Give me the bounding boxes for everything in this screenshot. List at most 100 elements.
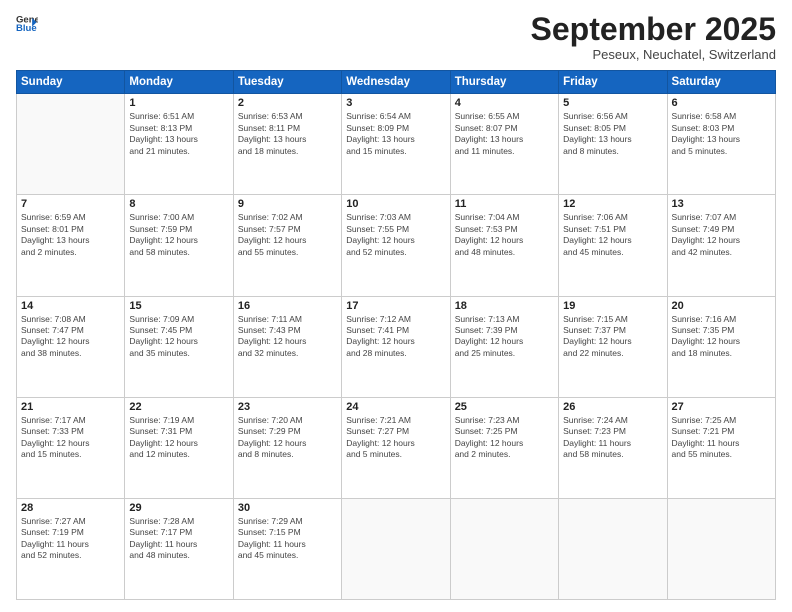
calendar-week-row: 7Sunrise: 6:59 AM Sunset: 8:01 PM Daylig… [17,195,776,296]
day-detail: Sunrise: 7:24 AM Sunset: 7:23 PM Dayligh… [563,415,662,461]
day-detail: Sunrise: 7:12 AM Sunset: 7:41 PM Dayligh… [346,314,445,360]
day-detail: Sunrise: 6:59 AM Sunset: 8:01 PM Dayligh… [21,212,120,258]
logo: General Blue [16,12,40,34]
day-detail: Sunrise: 7:29 AM Sunset: 7:15 PM Dayligh… [238,516,337,562]
table-row: 5 Sunrise: 6:56 AM Sunset: 8:05 PM Daylig… [559,94,667,195]
day-number: 9 [238,198,337,210]
page: General Blue September 2025 Peseux, Neuc… [0,0,792,612]
col-friday: Friday [559,71,667,94]
logo-icon: General Blue [16,12,38,34]
month-title: September 2025 [531,12,776,47]
day-number: 15 [129,300,228,312]
table-row: 14 Sunrise: 7:08 AM Sunset: 7:47 PM Dayli… [17,296,125,397]
day-detail: Sunrise: 6:54 AM Sunset: 8:09 PM Dayligh… [346,111,445,157]
day-number: 3 [346,97,445,109]
col-monday: Monday [125,71,233,94]
day-detail: Sunrise: 7:28 AM Sunset: 7:17 PM Dayligh… [129,516,228,562]
day-detail: Sunrise: 7:15 AM Sunset: 7:37 PM Dayligh… [563,314,662,360]
day-detail: Sunrise: 7:07 AM Sunset: 7:49 PM Dayligh… [672,212,771,258]
day-number: 2 [238,97,337,109]
table-row: 4 Sunrise: 6:55 AM Sunset: 8:07 PM Daylig… [450,94,558,195]
day-number: 27 [672,401,771,413]
day-detail: Sunrise: 7:00 AM Sunset: 7:59 PM Dayligh… [129,212,228,258]
table-row: 27 Sunrise: 7:25 AM Sunset: 7:21 PM Dayli… [667,397,775,498]
table-row: 17 Sunrise: 7:12 AM Sunset: 7:41 PM Dayli… [342,296,450,397]
table-row: 15 Sunrise: 7:09 AM Sunset: 7:45 PM Dayli… [125,296,233,397]
day-number: 29 [129,502,228,514]
day-number: 1 [129,97,228,109]
day-number: 10 [346,198,445,210]
table-row: 18 Sunrise: 7:13 AM Sunset: 7:39 PM Dayli… [450,296,558,397]
table-row: 25 Sunrise: 7:23 AM Sunset: 7:25 PM Dayli… [450,397,558,498]
table-row: 7Sunrise: 6:59 AM Sunset: 8:01 PM Daylig… [17,195,125,296]
table-row: 16Sunrise: 7:11 AM Sunset: 7:43 PM Dayli… [233,296,341,397]
day-number: 5 [563,97,662,109]
day-number: 8 [129,198,228,210]
table-row: 23Sunrise: 7:20 AM Sunset: 7:29 PM Dayli… [233,397,341,498]
table-row: 2 Sunrise: 6:53 AM Sunset: 8:11 PM Daylig… [233,94,341,195]
day-number: 24 [346,401,445,413]
day-detail: Sunrise: 7:17 AM Sunset: 7:33 PM Dayligh… [21,415,120,461]
header: General Blue September 2025 Peseux, Neuc… [16,12,776,62]
day-number: 19 [563,300,662,312]
table-row [342,498,450,599]
col-sunday: Sunday [17,71,125,94]
table-row: 3 Sunrise: 6:54 AM Sunset: 8:09 PM Daylig… [342,94,450,195]
day-detail: Sunrise: 7:03 AM Sunset: 7:55 PM Dayligh… [346,212,445,258]
day-number: 18 [455,300,554,312]
day-detail: Sunrise: 7:19 AM Sunset: 7:31 PM Dayligh… [129,415,228,461]
table-row: 9 Sunrise: 7:02 AM Sunset: 7:57 PM Daylig… [233,195,341,296]
table-row [450,498,558,599]
table-row: 12Sunrise: 7:06 AM Sunset: 7:51 PM Dayli… [559,195,667,296]
day-number: 4 [455,97,554,109]
table-row: 13 Sunrise: 7:07 AM Sunset: 7:49 PM Dayli… [667,195,775,296]
day-number: 17 [346,300,445,312]
day-number: 23 [238,401,337,413]
table-row: 20Sunrise: 7:16 AM Sunset: 7:35 PM Dayli… [667,296,775,397]
day-number: 12 [563,198,662,210]
col-tuesday: Tuesday [233,71,341,94]
calendar-week-row: 1 Sunrise: 6:51 AM Sunset: 8:13 PM Daylig… [17,94,776,195]
col-saturday: Saturday [667,71,775,94]
table-row: 26Sunrise: 7:24 AM Sunset: 7:23 PM Dayli… [559,397,667,498]
calendar-week-row: 21Sunrise: 7:17 AM Sunset: 7:33 PM Dayli… [17,397,776,498]
day-detail: Sunrise: 6:56 AM Sunset: 8:05 PM Dayligh… [563,111,662,157]
col-thursday: Thursday [450,71,558,94]
day-detail: Sunrise: 6:58 AM Sunset: 8:03 PM Dayligh… [672,111,771,157]
table-row [667,498,775,599]
col-wednesday: Wednesday [342,71,450,94]
table-row: 22Sunrise: 7:19 AM Sunset: 7:31 PM Dayli… [125,397,233,498]
day-detail: Sunrise: 7:25 AM Sunset: 7:21 PM Dayligh… [672,415,771,461]
day-detail: Sunrise: 7:23 AM Sunset: 7:25 PM Dayligh… [455,415,554,461]
day-detail: Sunrise: 7:09 AM Sunset: 7:45 PM Dayligh… [129,314,228,360]
day-detail: Sunrise: 7:21 AM Sunset: 7:27 PM Dayligh… [346,415,445,461]
calendar-table: Sunday Monday Tuesday Wednesday Thursday… [16,70,776,600]
day-number: 13 [672,198,771,210]
table-row: 8 Sunrise: 7:00 AM Sunset: 7:59 PM Daylig… [125,195,233,296]
day-number: 14 [21,300,120,312]
day-detail: Sunrise: 7:08 AM Sunset: 7:47 PM Dayligh… [21,314,120,360]
location: Peseux, Neuchatel, Switzerland [531,47,776,62]
day-number: 6 [672,97,771,109]
day-detail: Sunrise: 7:13 AM Sunset: 7:39 PM Dayligh… [455,314,554,360]
day-detail: Sunrise: 6:51 AM Sunset: 8:13 PM Dayligh… [129,111,228,157]
table-row [559,498,667,599]
table-row: 6 Sunrise: 6:58 AM Sunset: 8:03 PM Daylig… [667,94,775,195]
day-detail: Sunrise: 7:04 AM Sunset: 7:53 PM Dayligh… [455,212,554,258]
day-number: 25 [455,401,554,413]
calendar-header-row: Sunday Monday Tuesday Wednesday Thursday… [17,71,776,94]
table-row: 21Sunrise: 7:17 AM Sunset: 7:33 PM Dayli… [17,397,125,498]
day-detail: Sunrise: 7:27 AM Sunset: 7:19 PM Dayligh… [21,516,120,562]
table-row: 19 Sunrise: 7:15 AM Sunset: 7:37 PM Dayli… [559,296,667,397]
day-number: 11 [455,198,554,210]
day-detail: Sunrise: 6:53 AM Sunset: 8:11 PM Dayligh… [238,111,337,157]
table-row: 28 Sunrise: 7:27 AM Sunset: 7:19 PM Dayli… [17,498,125,599]
table-row: 24 Sunrise: 7:21 AM Sunset: 7:27 PM Dayli… [342,397,450,498]
day-detail: Sunrise: 6:55 AM Sunset: 8:07 PM Dayligh… [455,111,554,157]
day-detail: Sunrise: 7:11 AM Sunset: 7:43 PM Dayligh… [238,314,337,360]
table-row: 1 Sunrise: 6:51 AM Sunset: 8:13 PM Daylig… [125,94,233,195]
table-row: 10 Sunrise: 7:03 AM Sunset: 7:55 PM Dayli… [342,195,450,296]
table-row [17,94,125,195]
day-detail: Sunrise: 7:02 AM Sunset: 7:57 PM Dayligh… [238,212,337,258]
day-number: 28 [21,502,120,514]
